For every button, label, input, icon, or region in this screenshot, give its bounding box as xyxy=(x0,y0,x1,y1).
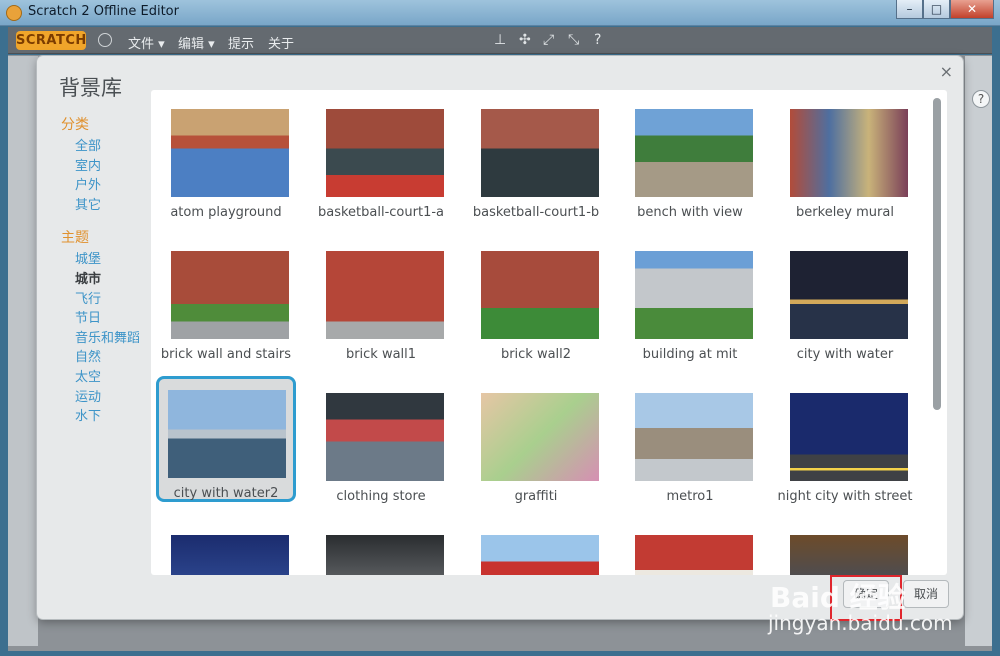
backdrop-thumbnail xyxy=(790,251,908,339)
backdrop-tile[interactable]: berkeley mural xyxy=(775,92,915,220)
backdrop-thumbnail xyxy=(326,535,444,575)
backdrop-label: graffiti xyxy=(514,489,558,504)
backdrop-tile[interactable] xyxy=(775,518,915,575)
cut-scissors-icon[interactable]: ✣ xyxy=(519,32,531,48)
backdrop-tile[interactable]: atom playground xyxy=(156,92,296,220)
backdrop-thumbnail xyxy=(790,109,908,197)
window-title: Scratch 2 Offline Editor xyxy=(28,4,179,19)
backdrop-tile[interactable]: brick wall1 xyxy=(311,234,451,362)
close-window-button[interactable]: ✕ xyxy=(950,0,994,19)
menu-edit[interactable]: 编辑 ▾ xyxy=(178,33,215,52)
shrink-icon[interactable]: ⤡ xyxy=(568,32,579,48)
menubar: SCRATCH 文件 ▾ 编辑 ▾ 提示 关于 ⊥ ✣ ⤢ ⤡ ? xyxy=(8,27,992,54)
backdrop-label: brick wall and stairs xyxy=(160,347,292,362)
dialog-close-icon[interactable]: × xyxy=(940,62,953,81)
backdrop-tile[interactable]: brick wall and stairs xyxy=(156,234,296,362)
dialog-title: 背景库 xyxy=(59,76,122,100)
menu-file[interactable]: 文件 ▾ xyxy=(128,33,165,52)
backdrop-label: building at mit xyxy=(642,347,738,362)
backdrop-thumbnail xyxy=(790,535,908,575)
backdrop-thumbnail xyxy=(635,535,753,575)
backdrop-label: brick wall2 xyxy=(500,347,572,362)
menu-about[interactable]: 关于 xyxy=(268,33,294,52)
backdrop-label: bench with view xyxy=(637,205,743,220)
backdrop-label: city with water xyxy=(796,347,894,362)
backdrop-thumbnail xyxy=(481,109,599,197)
backdrop-label: metro1 xyxy=(666,489,714,504)
scratch-app-icon xyxy=(6,5,22,21)
backdrop-tile[interactable]: city with water2 xyxy=(156,376,296,502)
backdrop-tile[interactable]: graffiti xyxy=(466,376,606,504)
backdrop-tile[interactable]: clothing store xyxy=(311,376,451,504)
backdrop-tile[interactable]: basketball-court1-b xyxy=(466,92,606,220)
backdrop-tile[interactable]: building at mit xyxy=(620,234,760,362)
backdrop-label: city with water2 xyxy=(173,486,279,501)
grow-icon[interactable]: ⤢ xyxy=(543,32,554,48)
backdrop-thumbnail xyxy=(481,535,599,575)
scripts-panel-edge xyxy=(965,56,992,646)
backdrop-library-dialog: 背景库 × 分类 全部 室内 户外 其它 主题 城堡 城市 飞行 节日 音乐和舞… xyxy=(37,56,963,619)
backdrop-thumbnail xyxy=(635,393,753,481)
backdrop-label: brick wall1 xyxy=(345,347,417,362)
backdrop-label: clothing store xyxy=(336,489,426,504)
minimize-button[interactable]: – xyxy=(896,0,923,19)
menu-tips[interactable]: 提示 xyxy=(228,33,254,52)
backdrop-label: night city with street xyxy=(777,489,913,504)
backdrop-tile[interactable] xyxy=(311,518,451,575)
backdrop-thumbnail xyxy=(171,535,289,575)
backdrop-label: berkeley mural xyxy=(796,205,894,220)
duplicate-stamp-icon[interactable]: ⊥ xyxy=(494,32,506,48)
cancel-button[interactable]: 取消 xyxy=(903,580,950,608)
backdrop-label: basketball-court1-b xyxy=(472,205,600,220)
watermark-logo: Baid 经验 xyxy=(770,581,906,614)
backdrop-thumbnail xyxy=(635,109,753,197)
backdrop-tile[interactable] xyxy=(466,518,606,575)
window-titlebar: Scratch 2 Offline Editor – □ ✕ xyxy=(0,0,1000,26)
stage-panel xyxy=(8,56,38,646)
help-circle-icon[interactable]: ? xyxy=(594,32,601,48)
backdrop-tile[interactable] xyxy=(620,518,760,575)
maximize-button[interactable]: □ xyxy=(923,0,950,19)
backdrop-tile[interactable] xyxy=(156,518,296,575)
backdrop-thumbnail xyxy=(481,251,599,339)
backdrop-thumbnail xyxy=(326,393,444,481)
backdrop-thumbnail xyxy=(481,393,599,481)
grid-scrollbar[interactable] xyxy=(933,98,941,410)
backdrop-tile[interactable]: city with water xyxy=(775,234,915,362)
backdrop-thumbnail xyxy=(171,109,289,197)
backdrop-tile[interactable]: basketball-court1-a xyxy=(311,92,451,220)
backdrop-thumbnail xyxy=(326,251,444,339)
backdrop-thumbnail xyxy=(790,393,908,481)
backdrop-thumbnail xyxy=(635,251,753,339)
backdrop-tile[interactable]: bench with view xyxy=(620,92,760,220)
backdrop-thumbnail xyxy=(168,390,286,478)
backdrop-tile[interactable]: night city with street xyxy=(775,376,915,504)
backdrop-grid: atom playground basketball-court1-a basket… xyxy=(151,90,947,575)
backdrop-label: basketball-court1-a xyxy=(318,205,444,220)
watermark-url: jingyan.baidu.com xyxy=(768,611,953,635)
backdrop-thumbnail xyxy=(171,251,289,339)
backdrop-thumbnail xyxy=(326,109,444,197)
backdrop-label: atom playground xyxy=(170,205,282,220)
scratch-logo[interactable]: SCRATCH xyxy=(16,31,86,50)
backdrop-tile[interactable]: brick wall2 xyxy=(466,234,606,362)
backdrop-tile[interactable]: metro1 xyxy=(620,376,760,504)
window-controls: – □ ✕ xyxy=(896,0,994,20)
panel-help-icon[interactable]: ? xyxy=(972,90,990,108)
language-globe-icon[interactable] xyxy=(98,33,112,47)
